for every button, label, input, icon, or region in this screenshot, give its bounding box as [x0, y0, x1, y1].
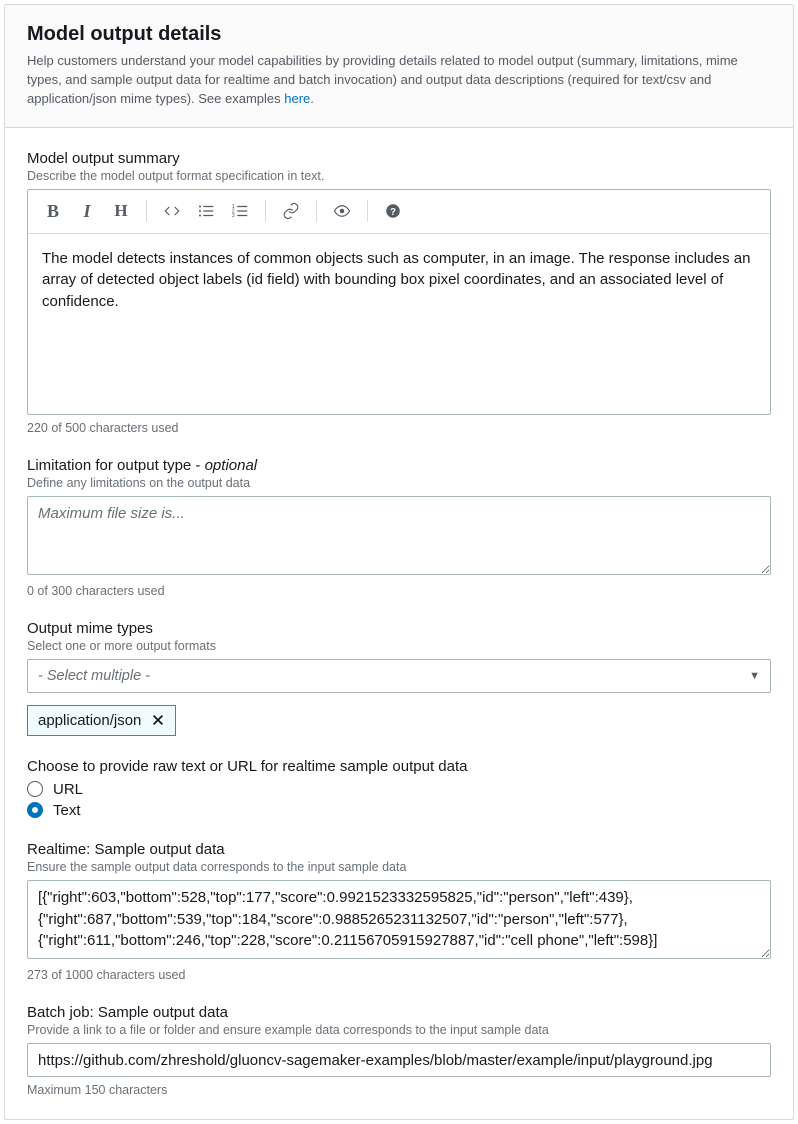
realtime-desc: Ensure the sample output data correspond…	[27, 860, 771, 874]
batch-label: Batch job: Sample output data	[27, 1004, 771, 1021]
mime-label: Output mime types	[27, 620, 771, 637]
mime-select[interactable]: - Select multiple - ▼	[27, 659, 771, 693]
limitation-counter: 0 of 300 characters used	[27, 584, 771, 598]
numbered-list-button[interactable]: 123	[223, 194, 257, 228]
link-button[interactable]	[274, 194, 308, 228]
radio-text[interactable]	[27, 802, 43, 818]
mime-tag: application/json	[27, 705, 176, 736]
radio-url[interactable]	[27, 781, 43, 797]
chevron-down-icon: ▼	[749, 670, 760, 682]
italic-button[interactable]: I	[70, 194, 104, 228]
panel-header: Model output details Help customers unde…	[5, 5, 793, 128]
bullet-list-button[interactable]	[189, 194, 223, 228]
batch-input[interactable]	[27, 1043, 771, 1077]
help-button[interactable]: ?	[376, 194, 410, 228]
bold-button[interactable]: B	[36, 194, 70, 228]
limitation-section: Limitation for output type - optional De…	[27, 457, 771, 598]
limitation-textarea[interactable]	[27, 496, 771, 575]
batch-section: Batch job: Sample output data Provide a …	[27, 1004, 771, 1097]
model-output-details-panel: Model output details Help customers unde…	[4, 4, 794, 1120]
mime-section: Output mime types Select one or more out…	[27, 620, 771, 736]
summary-section: Model output summary Describe the model …	[27, 150, 771, 435]
realtime-section: Realtime: Sample output data Ensure the …	[27, 841, 771, 982]
realtime-counter: 273 of 1000 characters used	[27, 968, 771, 982]
svg-text:3: 3	[232, 213, 235, 219]
radio-text-row[interactable]: Text	[27, 802, 771, 819]
summary-counter: 220 of 500 characters used	[27, 421, 771, 435]
sample-choice-section: Choose to provide raw text or URL for re…	[27, 758, 771, 819]
limitation-desc: Define any limitations on the output dat…	[27, 476, 771, 490]
limitation-label: Limitation for output type - optional	[27, 457, 771, 474]
summary-label: Model output summary	[27, 150, 771, 167]
heading-button[interactable]: H	[104, 194, 138, 228]
remove-tag-icon[interactable]	[151, 713, 165, 727]
mime-desc: Select one or more output formats	[27, 639, 771, 653]
code-button[interactable]	[155, 194, 189, 228]
batch-counter: Maximum 150 characters	[27, 1083, 771, 1097]
svg-text:?: ?	[390, 207, 396, 218]
sample-choice-label: Choose to provide raw text or URL for re…	[27, 758, 771, 775]
examples-link[interactable]: here	[284, 91, 310, 106]
preview-button[interactable]	[325, 194, 359, 228]
summary-desc: Describe the model output format specifi…	[27, 169, 771, 183]
realtime-textarea[interactable]	[27, 880, 771, 959]
panel-description: Help customers understand your model cap…	[27, 52, 771, 109]
batch-desc: Provide a link to a file or folder and e…	[27, 1023, 771, 1037]
editor-toolbar: B I H 123 ?	[28, 190, 770, 234]
realtime-label: Realtime: Sample output data	[27, 841, 771, 858]
summary-textarea[interactable]: The model detects instances of common ob…	[28, 234, 770, 414]
panel-body: Model output summary Describe the model …	[5, 128, 793, 1120]
radio-url-row[interactable]: URL	[27, 781, 771, 798]
summary-editor: B I H 123 ? The model detects instances …	[27, 189, 771, 415]
panel-title: Model output details	[27, 23, 771, 46]
